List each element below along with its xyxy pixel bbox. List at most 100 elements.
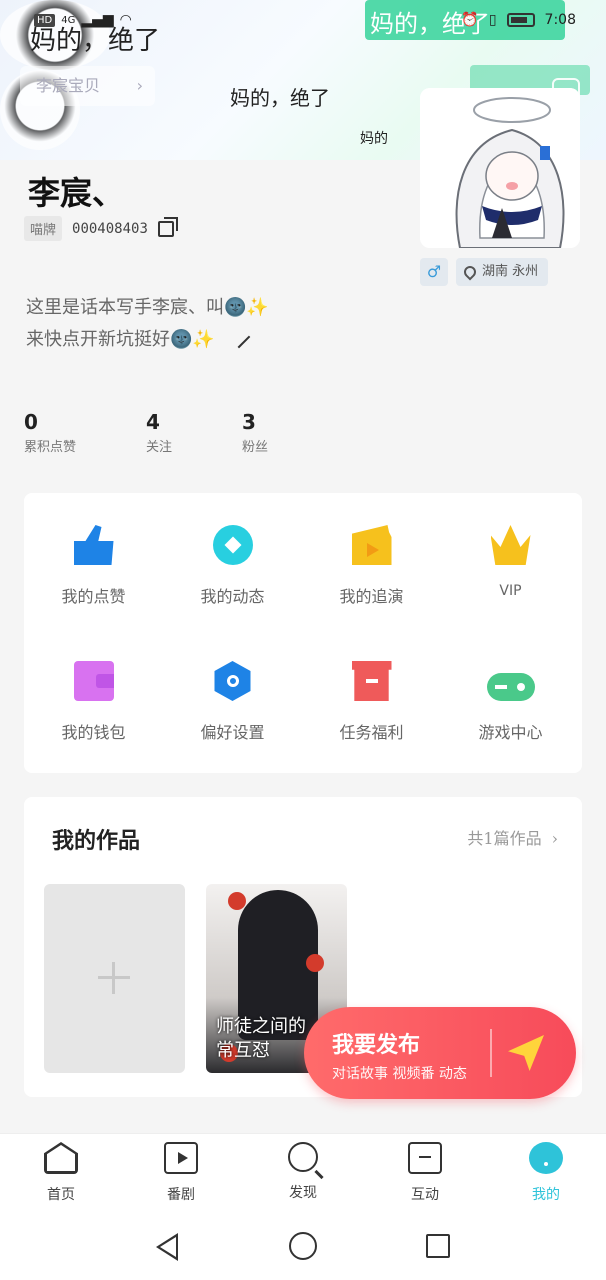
recents-icon[interactable]: [426, 1234, 450, 1258]
vibrate-icon: ▯: [488, 12, 497, 28]
chevron-right-icon: ›: [136, 76, 143, 95]
location-badge: 湖南 永州: [456, 258, 549, 286]
wifi-icon: ◠: [119, 12, 132, 28]
bio-line: 来快点开新坑挺好🌚✨: [26, 329, 215, 350]
wallet-icon: [73, 661, 114, 701]
bio-line-wrap: 来快点开新坑挺好🌚✨: [26, 324, 269, 356]
grid-item-game-center[interactable]: 游戏中心: [441, 661, 580, 743]
edit-pencil-icon[interactable]: [227, 325, 250, 349]
signal-label: 4G: [61, 14, 76, 26]
compass-icon: [212, 525, 253, 565]
grid-item-label: 我的动态: [200, 587, 265, 606]
battery-icon: [506, 13, 535, 27]
stat-label: 累积点赞: [24, 440, 77, 455]
banner-sticker-text: 妈的: [360, 131, 388, 147]
alarm-icon: ⏰: [461, 12, 479, 28]
user-id: 000408403: [72, 220, 148, 237]
grid-item-label: 游戏中心: [478, 723, 543, 742]
work-title: 师徒之间的 常互怼: [216, 1015, 306, 1063]
bio-line: 这里是话本写手李宸、叫🌚✨: [26, 297, 269, 318]
chat-icon: [408, 1142, 442, 1174]
grid-item-my-moments[interactable]: 我的动态: [163, 525, 302, 607]
copy-icon[interactable]: [157, 216, 178, 237]
clapper-icon: [351, 525, 392, 565]
stat-number: 4: [146, 410, 160, 434]
thumb-up-icon: [73, 525, 114, 565]
profile-id-row: 喵牌 000408403: [24, 216, 178, 241]
grid-item-vip[interactable]: VIP: [441, 525, 580, 599]
tab-label: 我的: [532, 1187, 560, 1203]
stat-following[interactable]: 4 关注: [146, 410, 172, 455]
back-icon[interactable]: [156, 1233, 178, 1261]
banner-ghost-button-label: 李宸宝贝: [36, 76, 101, 95]
stat-followers[interactable]: 3 粉丝: [242, 410, 268, 455]
tab-me[interactable]: 我的: [506, 1142, 586, 1204]
publish-divider: [490, 1029, 492, 1077]
banner-ghost-button[interactable]: 李宸宝贝 ›: [20, 66, 155, 106]
grid-item-label: 任务福利: [339, 723, 404, 742]
avatar[interactable]: [420, 88, 580, 248]
location-text: 湖南 永州: [482, 264, 539, 279]
home-circle-icon[interactable]: [289, 1232, 317, 1260]
id-tag: 喵牌: [24, 216, 63, 241]
location-pin-icon: [461, 263, 479, 281]
profile-stats: 0 累积点赞 4 关注 3 粉丝: [24, 410, 268, 455]
avatar-illustration: [420, 88, 580, 248]
grid-item-wallet[interactable]: 我的钱包: [24, 661, 163, 743]
grid-item-label: VIP: [499, 583, 522, 599]
crown-icon: [490, 525, 531, 565]
stat-label: 粉丝: [242, 440, 269, 455]
profile-bio: 这里是话本写手李宸、叫🌚✨ 来快点开新坑挺好🌚✨: [26, 292, 269, 356]
network-badge: HD: [34, 13, 56, 27]
stat-label: 关注: [146, 440, 173, 455]
banner-sticker-text: 妈的，绝了: [230, 86, 330, 110]
feature-grid: 我的点赞 我的动态 我的追演 VIP 我的钱包 偏好设置 任务福利 游戏中心: [24, 493, 582, 773]
grid-item-label: 我的点赞: [61, 587, 126, 606]
grid-item-label: 我的追演: [339, 587, 404, 606]
stat-number: 3: [242, 410, 256, 434]
stat-number: 0: [24, 410, 38, 434]
cover-flower: [306, 954, 324, 972]
tab-discover[interactable]: 发现: [263, 1142, 343, 1202]
status-bar: HD 4G ▂▄▆ ◠ ⏰ ▯ 7:08: [0, 0, 606, 46]
tab-interact[interactable]: 互动: [385, 1142, 465, 1204]
grid-item-preferences[interactable]: 偏好设置: [163, 661, 302, 743]
play-icon: [164, 1142, 198, 1174]
publish-subtitle: 对话故事 视频番 动态: [332, 1066, 467, 1082]
publish-title: 我要发布: [332, 1033, 421, 1058]
grid-item-label: 偏好设置: [200, 723, 265, 742]
tab-anime[interactable]: 番剧: [141, 1142, 221, 1204]
tab-home[interactable]: 首页: [21, 1142, 101, 1204]
profile-meta: ♂ 湖南 永州: [420, 258, 549, 286]
works-title: 我的作品: [52, 828, 141, 854]
works-count: 共1篇作品: [467, 829, 542, 848]
paper-plane-icon: [508, 1035, 544, 1071]
work-title-line: 师徒之间的: [216, 1016, 306, 1037]
grid-item-my-likes[interactable]: 我的点赞: [24, 525, 163, 607]
tab-label: 首页: [47, 1187, 75, 1203]
tab-label: 番剧: [167, 1187, 195, 1203]
works-count-link[interactable]: 共1篇作品 ›: [467, 825, 558, 849]
home-icon: [44, 1142, 78, 1174]
grid-item-my-follows[interactable]: 我的追演: [302, 525, 441, 607]
system-nav-bar: [0, 1215, 606, 1280]
tab-label: 发现: [289, 1185, 317, 1201]
stat-likes[interactable]: 0 累积点赞: [24, 410, 76, 455]
gamepad-icon: [486, 673, 535, 701]
gender-male-icon: ♂: [420, 258, 448, 286]
settings-hex-icon: [214, 661, 251, 701]
add-work-button[interactable]: [44, 884, 185, 1073]
profile-name: 李宸、: [28, 174, 125, 212]
tab-label: 互动: [411, 1187, 439, 1203]
grid-item-tasks[interactable]: 任务福利: [302, 661, 441, 743]
signal-icon: ▂▄▆: [81, 12, 114, 28]
discover-icon: [288, 1142, 318, 1172]
clock-time: 7:08: [544, 12, 576, 28]
grid-item-label: 我的钱包: [61, 723, 126, 742]
publish-button[interactable]: 我要发布 对话故事 视频番 动态: [304, 1007, 576, 1099]
gift-box-icon: [351, 661, 392, 701]
bottom-nav: 首页 番剧 发现 互动 我的: [0, 1133, 606, 1215]
cover-flower: [228, 892, 246, 910]
chevron-right-icon: ›: [551, 829, 558, 848]
me-icon: [529, 1142, 563, 1174]
